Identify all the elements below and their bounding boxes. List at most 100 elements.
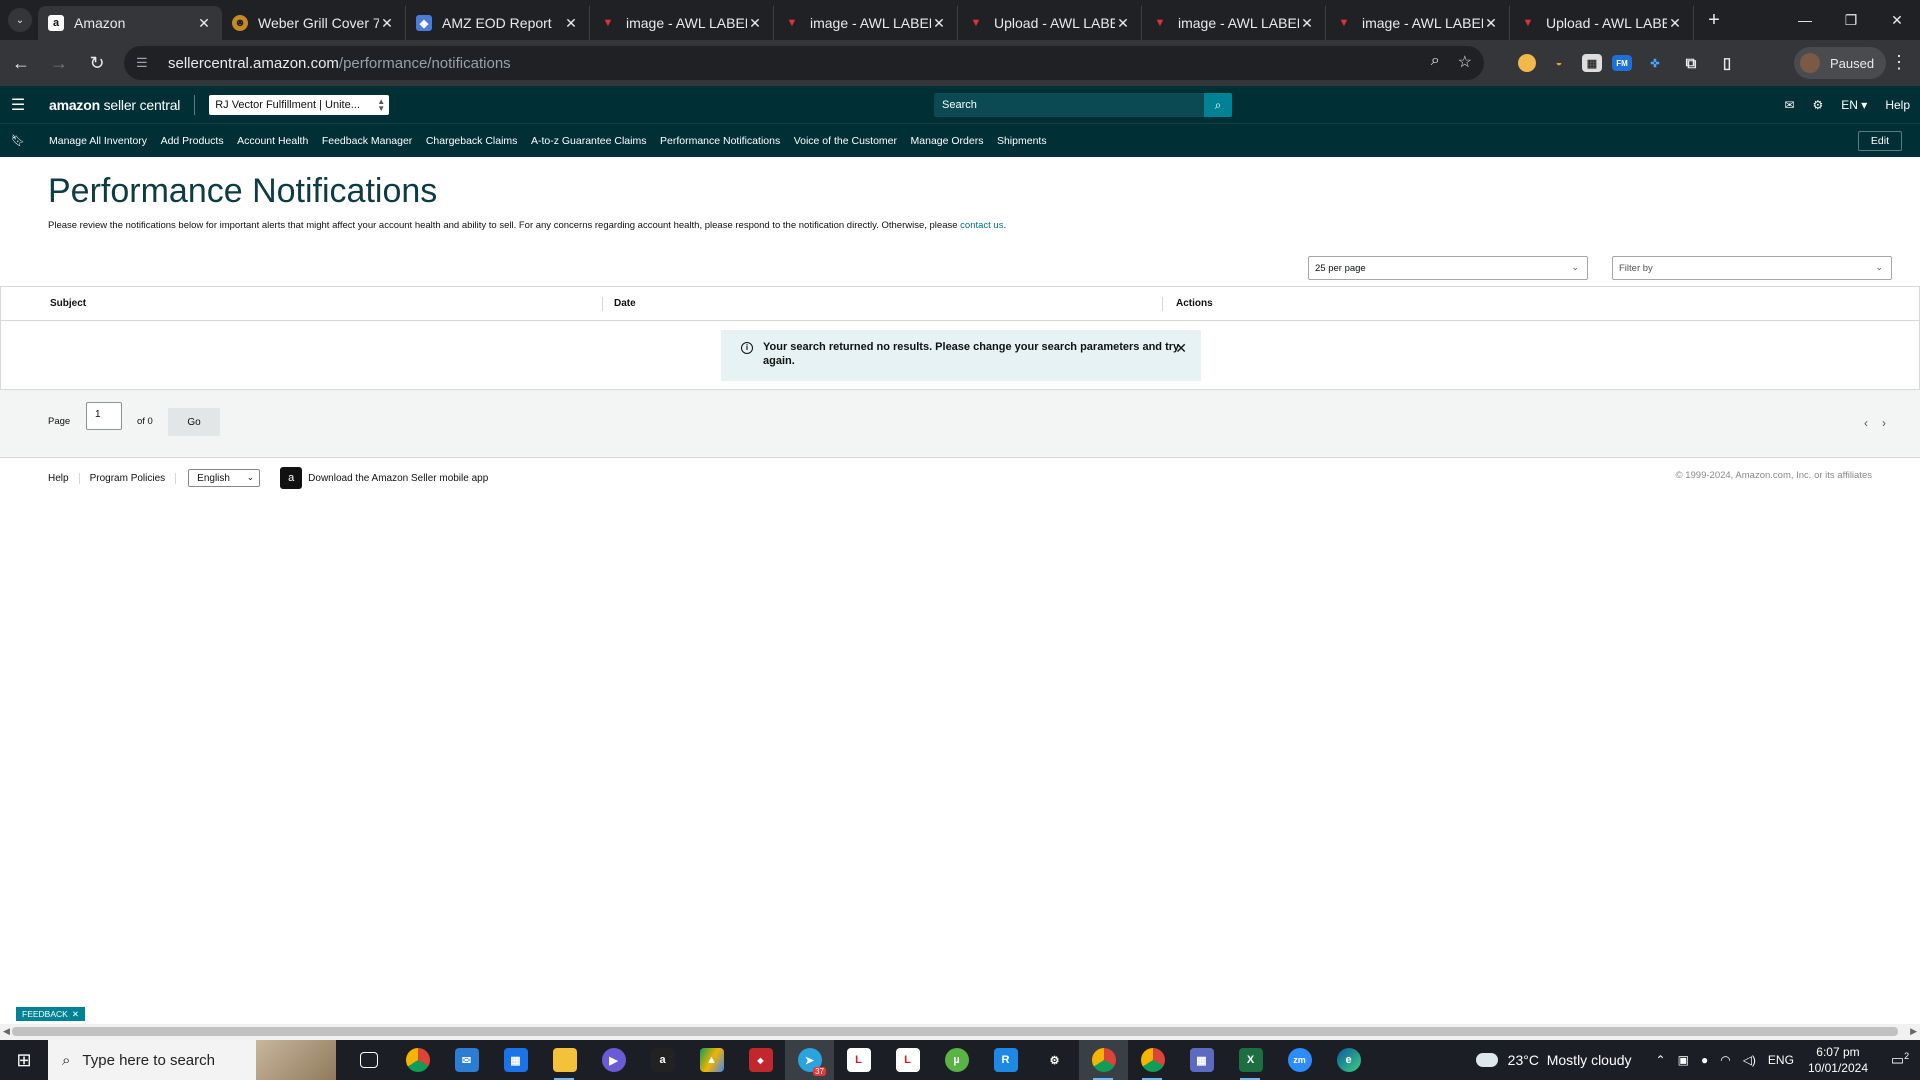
site-info-icon[interactable]: ☰ <box>136 55 156 71</box>
bookmark-feedback-manager[interactable]: Feedback Manager <box>322 135 412 147</box>
help-link[interactable]: Help <box>1885 98 1910 112</box>
bookmark-shipments[interactable]: Shipments <box>997 135 1047 147</box>
amazon-app-icon[interactable]: a <box>638 1040 687 1080</box>
bookmark-icon[interactable]: 🔖︎ <box>0 134 36 147</box>
close-tab-icon[interactable]: ✕ <box>1115 15 1131 32</box>
chevron-right-icon[interactable]: › <box>1882 416 1886 430</box>
tab-awl-label[interactable]: ▼ image - AWL LABEL ✕ <box>590 6 774 40</box>
edge-icon[interactable]: e <box>1324 1040 1373 1080</box>
bookmark-chargeback-claims[interactable]: Chargeback Claims <box>426 135 518 147</box>
filter-select[interactable]: Filter by ⌄ <box>1612 256 1892 280</box>
anydesk-icon[interactable]: ◆ <box>736 1040 785 1080</box>
edit-bookmarks-button[interactable]: Edit <box>1857 131 1902 151</box>
chevron-up-icon[interactable]: ⌃ <box>1656 1053 1666 1067</box>
reload-button[interactable]: ↻ <box>80 46 114 80</box>
go-button[interactable]: Go <box>168 408 220 436</box>
bookmark-voice-of-customer[interactable]: Voice of the Customer <box>794 135 897 147</box>
windows-start-icon[interactable]: ⊞ <box>0 1040 48 1080</box>
gear-icon[interactable]: ⚙ <box>1813 98 1824 112</box>
awl-app-icon[interactable]: L <box>883 1040 932 1080</box>
browser-menu-icon[interactable]: ⋮ <box>1890 52 1908 73</box>
settings-icon[interactable]: ⚙ <box>1030 1040 1079 1080</box>
tab-awl-label[interactable]: ▼ image - AWL LABEL ✕ <box>1326 6 1510 40</box>
feedback-button[interactable]: FEEDBACK ✕ <box>16 1007 85 1021</box>
bookmark-add-products[interactable]: Add Products <box>161 135 224 147</box>
bookmark-performance-notifications[interactable]: Performance Notifications <box>660 135 780 147</box>
address-bar[interactable]: ☰ sellercentral.amazon.com/performance/n… <box>124 46 1484 80</box>
horizontal-scrollbar[interactable]: ◀ ▶ <box>0 1024 1920 1040</box>
contact-us-link[interactable]: contact us <box>960 220 1003 231</box>
extension-fm-icon[interactable]: FM <box>1612 55 1632 71</box>
scroll-left-icon[interactable]: ◀ <box>3 1026 10 1037</box>
scroll-thumb[interactable] <box>12 1027 1898 1036</box>
close-tab-icon[interactable]: ✕ <box>196 15 212 32</box>
download-app-link[interactable]: a Download the Amazon Seller mobile app <box>280 467 488 489</box>
telegram-icon[interactable]: ➤ 37 <box>785 1040 834 1080</box>
mail-icon[interactable]: ✉ <box>1784 98 1794 112</box>
tab-search-button[interactable]: ⌄ <box>8 8 32 32</box>
clock[interactable]: 6:07 pm 10/01/2024 <box>1808 1044 1868 1076</box>
close-tab-icon[interactable]: ✕ <box>931 15 947 32</box>
footer-help-link[interactable]: Help <box>48 472 80 484</box>
tab-awl-upload[interactable]: ▼ Upload - AWL LABEL ✕ <box>1510 6 1694 40</box>
bookmark-manage-orders[interactable]: Manage Orders <box>911 135 984 147</box>
search-icon[interactable]: ⌕ <box>1204 93 1232 117</box>
taskbar-search[interactable]: ⌕ Type here to search <box>48 1040 336 1080</box>
zoom-icon[interactable]: ⌕ <box>1431 52 1440 72</box>
calculator-icon[interactable]: ▦ <box>1177 1040 1226 1080</box>
footer-program-policies-link[interactable]: Program Policies <box>80 472 177 484</box>
minimize-icon[interactable]: — <box>1782 0 1828 40</box>
extension-honey-icon[interactable]: ◒ <box>1546 50 1572 76</box>
close-icon[interactable]: ✕ <box>1175 341 1187 355</box>
chrome-profile-icon[interactable] <box>1128 1040 1177 1080</box>
close-tab-icon[interactable]: ✕ <box>747 15 763 32</box>
mail-icon[interactable]: ✉ <box>442 1040 491 1080</box>
tab-awl-upload[interactable]: ▼ Upload - AWL LABEL ✕ <box>958 6 1142 40</box>
seller-central-logo[interactable]: amazon seller central <box>49 97 180 113</box>
utorrent-icon[interactable]: µ <box>932 1040 981 1080</box>
extensions-icon[interactable]: ⧉ <box>1678 50 1704 76</box>
bookmark-account-health[interactable]: Account Health <box>237 135 308 147</box>
volume-icon[interactable]: ◁) <box>1743 1053 1756 1067</box>
extension-image-icon[interactable]: ▦ <box>1582 54 1602 72</box>
weather-widget[interactable]: 23°C Mostly cloudy <box>1475 1052 1632 1068</box>
close-tab-icon[interactable]: ✕ <box>379 15 395 32</box>
awl-app-icon[interactable]: L <box>834 1040 883 1080</box>
side-panel-icon[interactable]: ▯ <box>1714 50 1740 76</box>
close-tab-icon[interactable]: ✕ <box>563 15 579 32</box>
google-drive-icon[interactable]: ▲ <box>687 1040 736 1080</box>
column-subject[interactable]: Subject <box>50 298 86 309</box>
hamburger-menu-icon[interactable]: ☰ <box>0 95 36 115</box>
chrome-active-icon[interactable] <box>1079 1040 1128 1080</box>
microphone-icon[interactable]: ● <box>1701 1053 1708 1067</box>
task-view-icon[interactable] <box>344 1040 393 1080</box>
language-selector[interactable]: EN ▾ <box>1841 98 1867 112</box>
footer-language-select[interactable]: English ⌄ <box>188 469 261 487</box>
file-explorer-icon[interactable] <box>540 1040 589 1080</box>
zoom-icon[interactable]: zm <box>1275 1040 1324 1080</box>
tab-awl-label[interactable]: ▼ image - AWL LABEL ✕ <box>1142 6 1326 40</box>
extension-puzzle-blue-icon[interactable]: ✜ <box>1642 50 1668 76</box>
scroll-right-icon[interactable]: ▶ <box>1910 1026 1917 1037</box>
per-page-select[interactable]: 25 per page ⌄ <box>1308 256 1588 280</box>
account-switcher[interactable]: RJ Vector Fulfillment | Unite... ▲ ▼ <box>209 94 390 115</box>
page-number-input[interactable]: 1 <box>86 402 122 430</box>
chrome-icon[interactable] <box>393 1040 442 1080</box>
forward-button[interactable]: → <box>42 46 76 80</box>
r-app-icon[interactable]: R <box>981 1040 1030 1080</box>
tab-amazon[interactable]: a Amazon ✕ <box>38 6 222 40</box>
input-language[interactable]: ENG <box>1768 1053 1794 1067</box>
excel-icon[interactable]: X <box>1226 1040 1275 1080</box>
extension-circle-icon[interactable] <box>1518 54 1536 72</box>
camera-icon[interactable]: ▣ <box>1678 1053 1689 1067</box>
column-date[interactable]: Date <box>614 298 636 309</box>
back-button[interactable]: ← <box>4 46 38 80</box>
wifi-icon[interactable]: ◠ <box>1720 1053 1730 1067</box>
close-window-icon[interactable]: ✕ <box>1874 0 1920 40</box>
close-tab-icon[interactable]: ✕ <box>1299 15 1315 32</box>
close-tab-icon[interactable]: ✕ <box>1483 15 1499 32</box>
new-tab-button[interactable]: + <box>1700 6 1728 34</box>
profile-button[interactable]: Paused <box>1794 47 1886 79</box>
notification-center-icon[interactable]: ▭2 <box>1880 1051 1920 1069</box>
search-input[interactable]: Search <box>934 93 1204 117</box>
